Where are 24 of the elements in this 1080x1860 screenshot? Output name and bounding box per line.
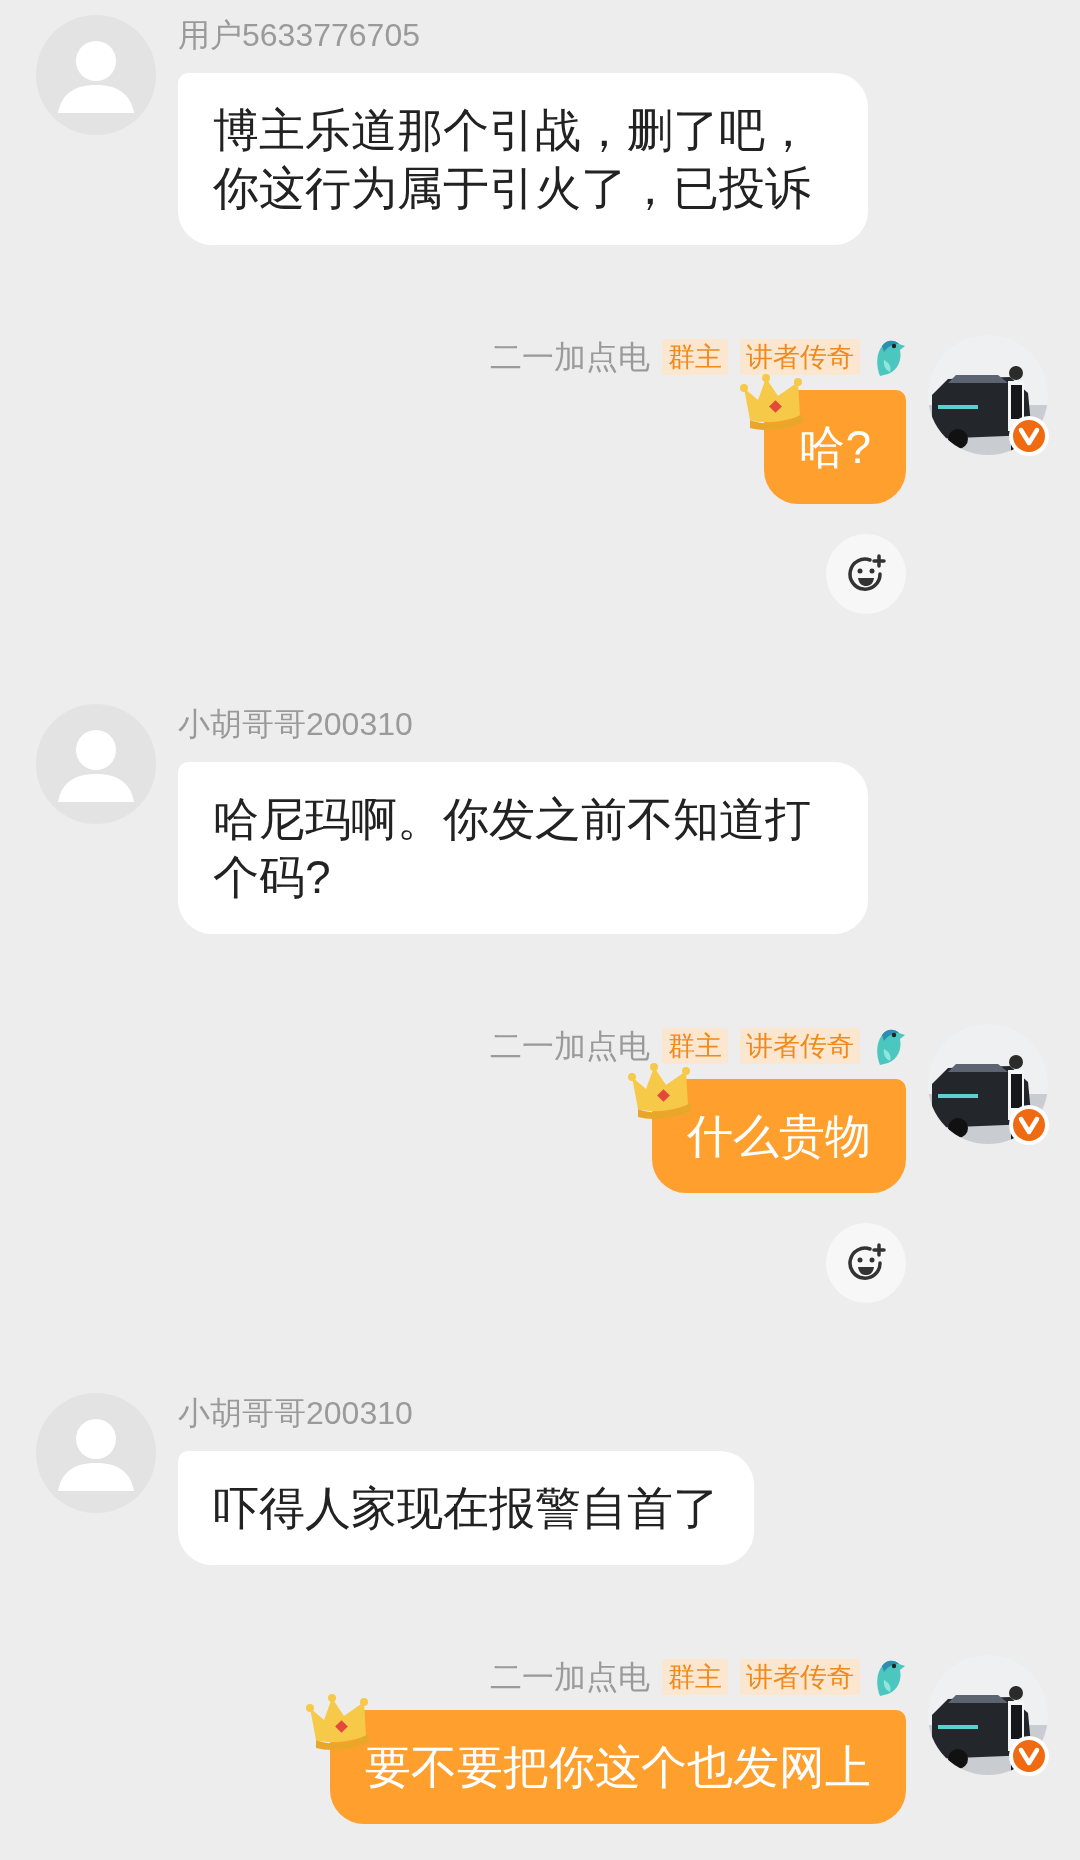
role-tag: 讲者传奇 [740,1028,860,1064]
message-bubble: 吓得人家现在报警自首了 [178,1451,754,1565]
message-bubble: 要不要把你这个也发网上 [330,1710,906,1824]
message-bubble: 博主乐道那个引战，删了吧，你这行为属于引火了，已投诉 [178,73,868,245]
sender-name: 小胡哥哥200310 [178,705,413,744]
role-tag: 讲者传奇 [740,1659,860,1695]
avatar-icon [36,15,156,135]
avatar-icon [36,1393,156,1513]
sender-name: 用户5633776705 [178,16,420,55]
role-tag: 讲者传奇 [740,339,860,375]
verified-badge-icon [1008,1104,1050,1146]
avatar-icon [36,704,156,824]
sender-name: 二一加点电 [490,1658,650,1697]
sender-name: 二一加点电 [490,338,650,377]
message-bubble: 哈尼玛啊。你发之前不知道打个码? [178,762,868,934]
role-tag: 群主 [662,1028,728,1064]
message-bubble: 哈? [764,390,906,504]
verified-badge-icon [1008,415,1050,457]
sender-name: 二一加点电 [490,1027,650,1066]
role-tag: 群主 [662,1659,728,1695]
role-tag: 群主 [662,339,728,375]
verified-badge-icon [1008,1735,1050,1777]
message-bubble: 什么贵物 [652,1079,906,1193]
sender-name: 小胡哥哥200310 [178,1394,413,1433]
